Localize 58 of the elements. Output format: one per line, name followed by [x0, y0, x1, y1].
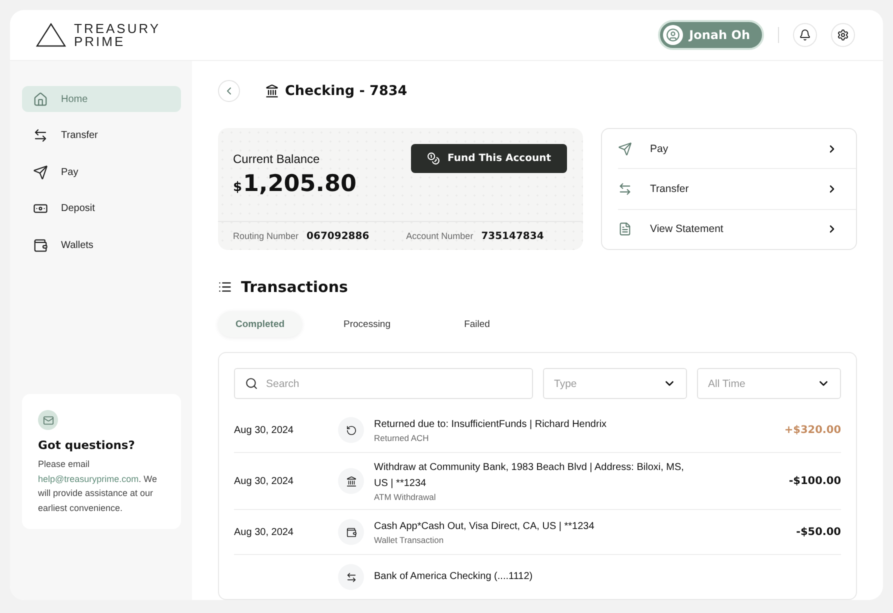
action-item[interactable]: Transfer [618, 168, 856, 209]
transactions-title: Transactions [241, 278, 348, 296]
action-item[interactable]: View Statement [618, 208, 856, 249]
email-link[interactable]: help@treasuryprime.com [38, 474, 139, 484]
coins-icon [426, 152, 440, 165]
list-icon [218, 280, 232, 294]
transaction-description: Withdraw at Community Bank, 1983 Beach Blvd | Address: Biloxi, MS, US | **1234 [374, 461, 685, 491]
brand-name: TREASURY PRIME [74, 22, 161, 48]
bank-icon [265, 84, 279, 98]
transaction-amount: -$50.00 [796, 526, 841, 538]
send-icon [618, 142, 632, 156]
help-text: Please email help@treasuryprime.com. We will provide assistance at our earliest convenience. [38, 458, 158, 514]
notifications-button[interactable] [793, 23, 817, 47]
transaction-amount: -$100.00 [788, 475, 841, 487]
sidebar-item[interactable]: Transfer [22, 122, 181, 148]
triangle-logo-icon [36, 23, 66, 47]
transfer-icon [33, 128, 48, 143]
routing-number: 067092886 [306, 230, 370, 242]
fund-account-button[interactable]: Fund This Account [410, 144, 567, 173]
help-title: Got questions? [38, 438, 136, 452]
sidebar-item[interactable]: Wallets [22, 232, 181, 258]
sidebar-item[interactable]: Deposit [22, 196, 181, 222]
transaction-type: Returned ACH [374, 433, 430, 443]
transaction-type: Wallet Transaction [374, 535, 445, 545]
mail-icon [38, 410, 58, 430]
settings-button[interactable] [831, 23, 855, 47]
balance-label: Current Balance [233, 152, 321, 166]
user-menu-button[interactable]: Jonah Oh [658, 20, 764, 50]
transaction-date: Aug 30, 2024 [234, 476, 294, 486]
transaction-description: Cash App*Cash Out, Visa Direct, CA, US | **1234 [374, 520, 596, 534]
back-button[interactable] [218, 80, 240, 102]
transfer-icon [618, 182, 632, 196]
sidebar-item[interactable]: Pay [22, 159, 181, 185]
balance-amount: $1,205.80 [233, 171, 357, 197]
transaction-date: Aug 30, 2024 [234, 424, 294, 436]
transaction-description: Bank of America Checking (....1112) [374, 570, 534, 584]
transaction-description: Returned due to: InsufficientFunds | Richard Hendrix [374, 418, 608, 432]
settings-icon [837, 29, 849, 41]
account-number: 735147834 [481, 230, 544, 242]
deposit-icon [33, 201, 48, 216]
transaction-date: Aug 30, 2024 [234, 526, 294, 538]
account-label: Account Number [406, 231, 474, 241]
transaction-type: ATM Withdrawal [374, 492, 437, 502]
search-field[interactable]: Search [234, 368, 533, 399]
home-icon [33, 92, 48, 106]
tab[interactable]: Failed [422, 311, 532, 337]
tab[interactable]: Processing [312, 311, 422, 337]
wallet-icon [33, 238, 48, 252]
action-item[interactable]: Pay [618, 129, 856, 168]
bell-icon [799, 29, 811, 41]
transaction-amount: +$320.00 [784, 424, 841, 436]
tab[interactable]: Completed [218, 311, 302, 337]
routing-label: Routing Number [233, 231, 299, 241]
sidebar-item[interactable]: Home [22, 86, 181, 112]
user-avatar-icon [666, 28, 680, 42]
file-icon [618, 222, 632, 236]
send-icon [33, 164, 48, 180]
account-title: Checking - 7834 [285, 83, 408, 99]
